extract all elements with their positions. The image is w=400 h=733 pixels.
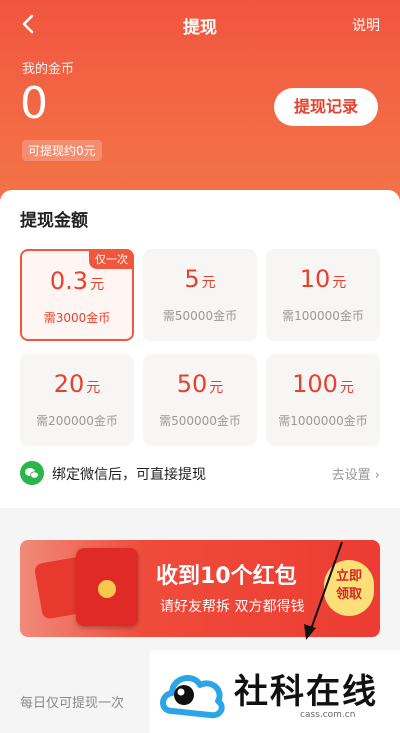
watermark-text: 社科在线	[234, 672, 378, 712]
coin-balance: 0	[20, 78, 48, 129]
withdrawable-amount: 可提现约0元	[22, 140, 102, 161]
banner-subtitle: 请好友帮拆 双方都得钱	[160, 599, 305, 615]
amount-unit: 元	[332, 275, 347, 291]
watermark-url: cass.com.cn	[300, 710, 356, 720]
once-only-badge: 仅一次	[89, 249, 134, 269]
coin-cost: 需100000金币	[282, 309, 364, 323]
withdraw-record-button[interactable]: 提现记录	[274, 88, 378, 126]
header: 提现 说明 我的金币 0 可提现约0元 提现记录	[0, 0, 400, 220]
amount-unit: 元	[201, 275, 216, 291]
amount-option-0.3[interactable]: 仅一次 0.3 元 需3000金币	[20, 249, 134, 341]
page-title: 提现	[183, 18, 217, 38]
amount-unit: 元	[209, 380, 224, 396]
coin-cost: 需200000金币	[36, 414, 118, 428]
watermark: 社科在线 cass.com.cn	[150, 650, 400, 733]
amount-unit: 元	[90, 277, 105, 293]
amount-value: 100	[292, 370, 338, 398]
withdraw-amount-card: 提现金额 仅一次 0.3 元 需3000金币 5元 需50000金币 10 元 需1…	[0, 190, 400, 508]
amount-option-20[interactable]: 20 元 需200000金币	[20, 354, 134, 446]
coin-cost: 需50000金币	[162, 309, 238, 323]
help-link[interactable]: 说明	[352, 15, 380, 35]
amount-option-10[interactable]: 10 元 需100000金币	[266, 249, 380, 341]
amount-unit: 元	[86, 380, 101, 396]
cloud-eye-logo-icon	[160, 675, 225, 719]
coin-cost: 需3000金币	[43, 311, 111, 325]
section-title: 提现金额	[20, 211, 88, 231]
annotation-arrow-icon	[304, 541, 343, 640]
amount-unit: 元	[339, 380, 354, 396]
coin-label: 我的金币	[22, 62, 75, 77]
banner-title: 收到10个红包	[156, 564, 297, 589]
amount-option-5[interactable]: 5元 需50000金币	[143, 249, 257, 341]
bind-wechat-row[interactable]: 绑定微信后，可直接提现 去设置 ›	[20, 458, 380, 488]
nav-bar: 提现 说明	[0, 0, 400, 48]
amount-value: 10	[299, 265, 331, 293]
daily-limit-note: 每日仅可提现一次	[20, 696, 125, 711]
coin-cost: 需1000000金币	[278, 414, 368, 428]
amount-option-100[interactable]: 100 元 需1000000金币	[266, 354, 380, 446]
amount-value: 5	[184, 265, 200, 293]
go-settings-link[interactable]: 去设置 ›	[332, 464, 380, 483]
bind-wechat-text: 绑定微信后，可直接提现	[52, 467, 206, 483]
amount-value: 0.3	[49, 267, 89, 295]
coin-cost: 需500000金币	[159, 414, 241, 428]
amount-value: 50	[176, 370, 208, 398]
envelope-clasp-icon	[98, 580, 116, 598]
amount-value: 20	[53, 370, 85, 398]
wechat-icon	[20, 461, 44, 485]
amount-option-50[interactable]: 50 元 需500000金币	[143, 354, 257, 446]
